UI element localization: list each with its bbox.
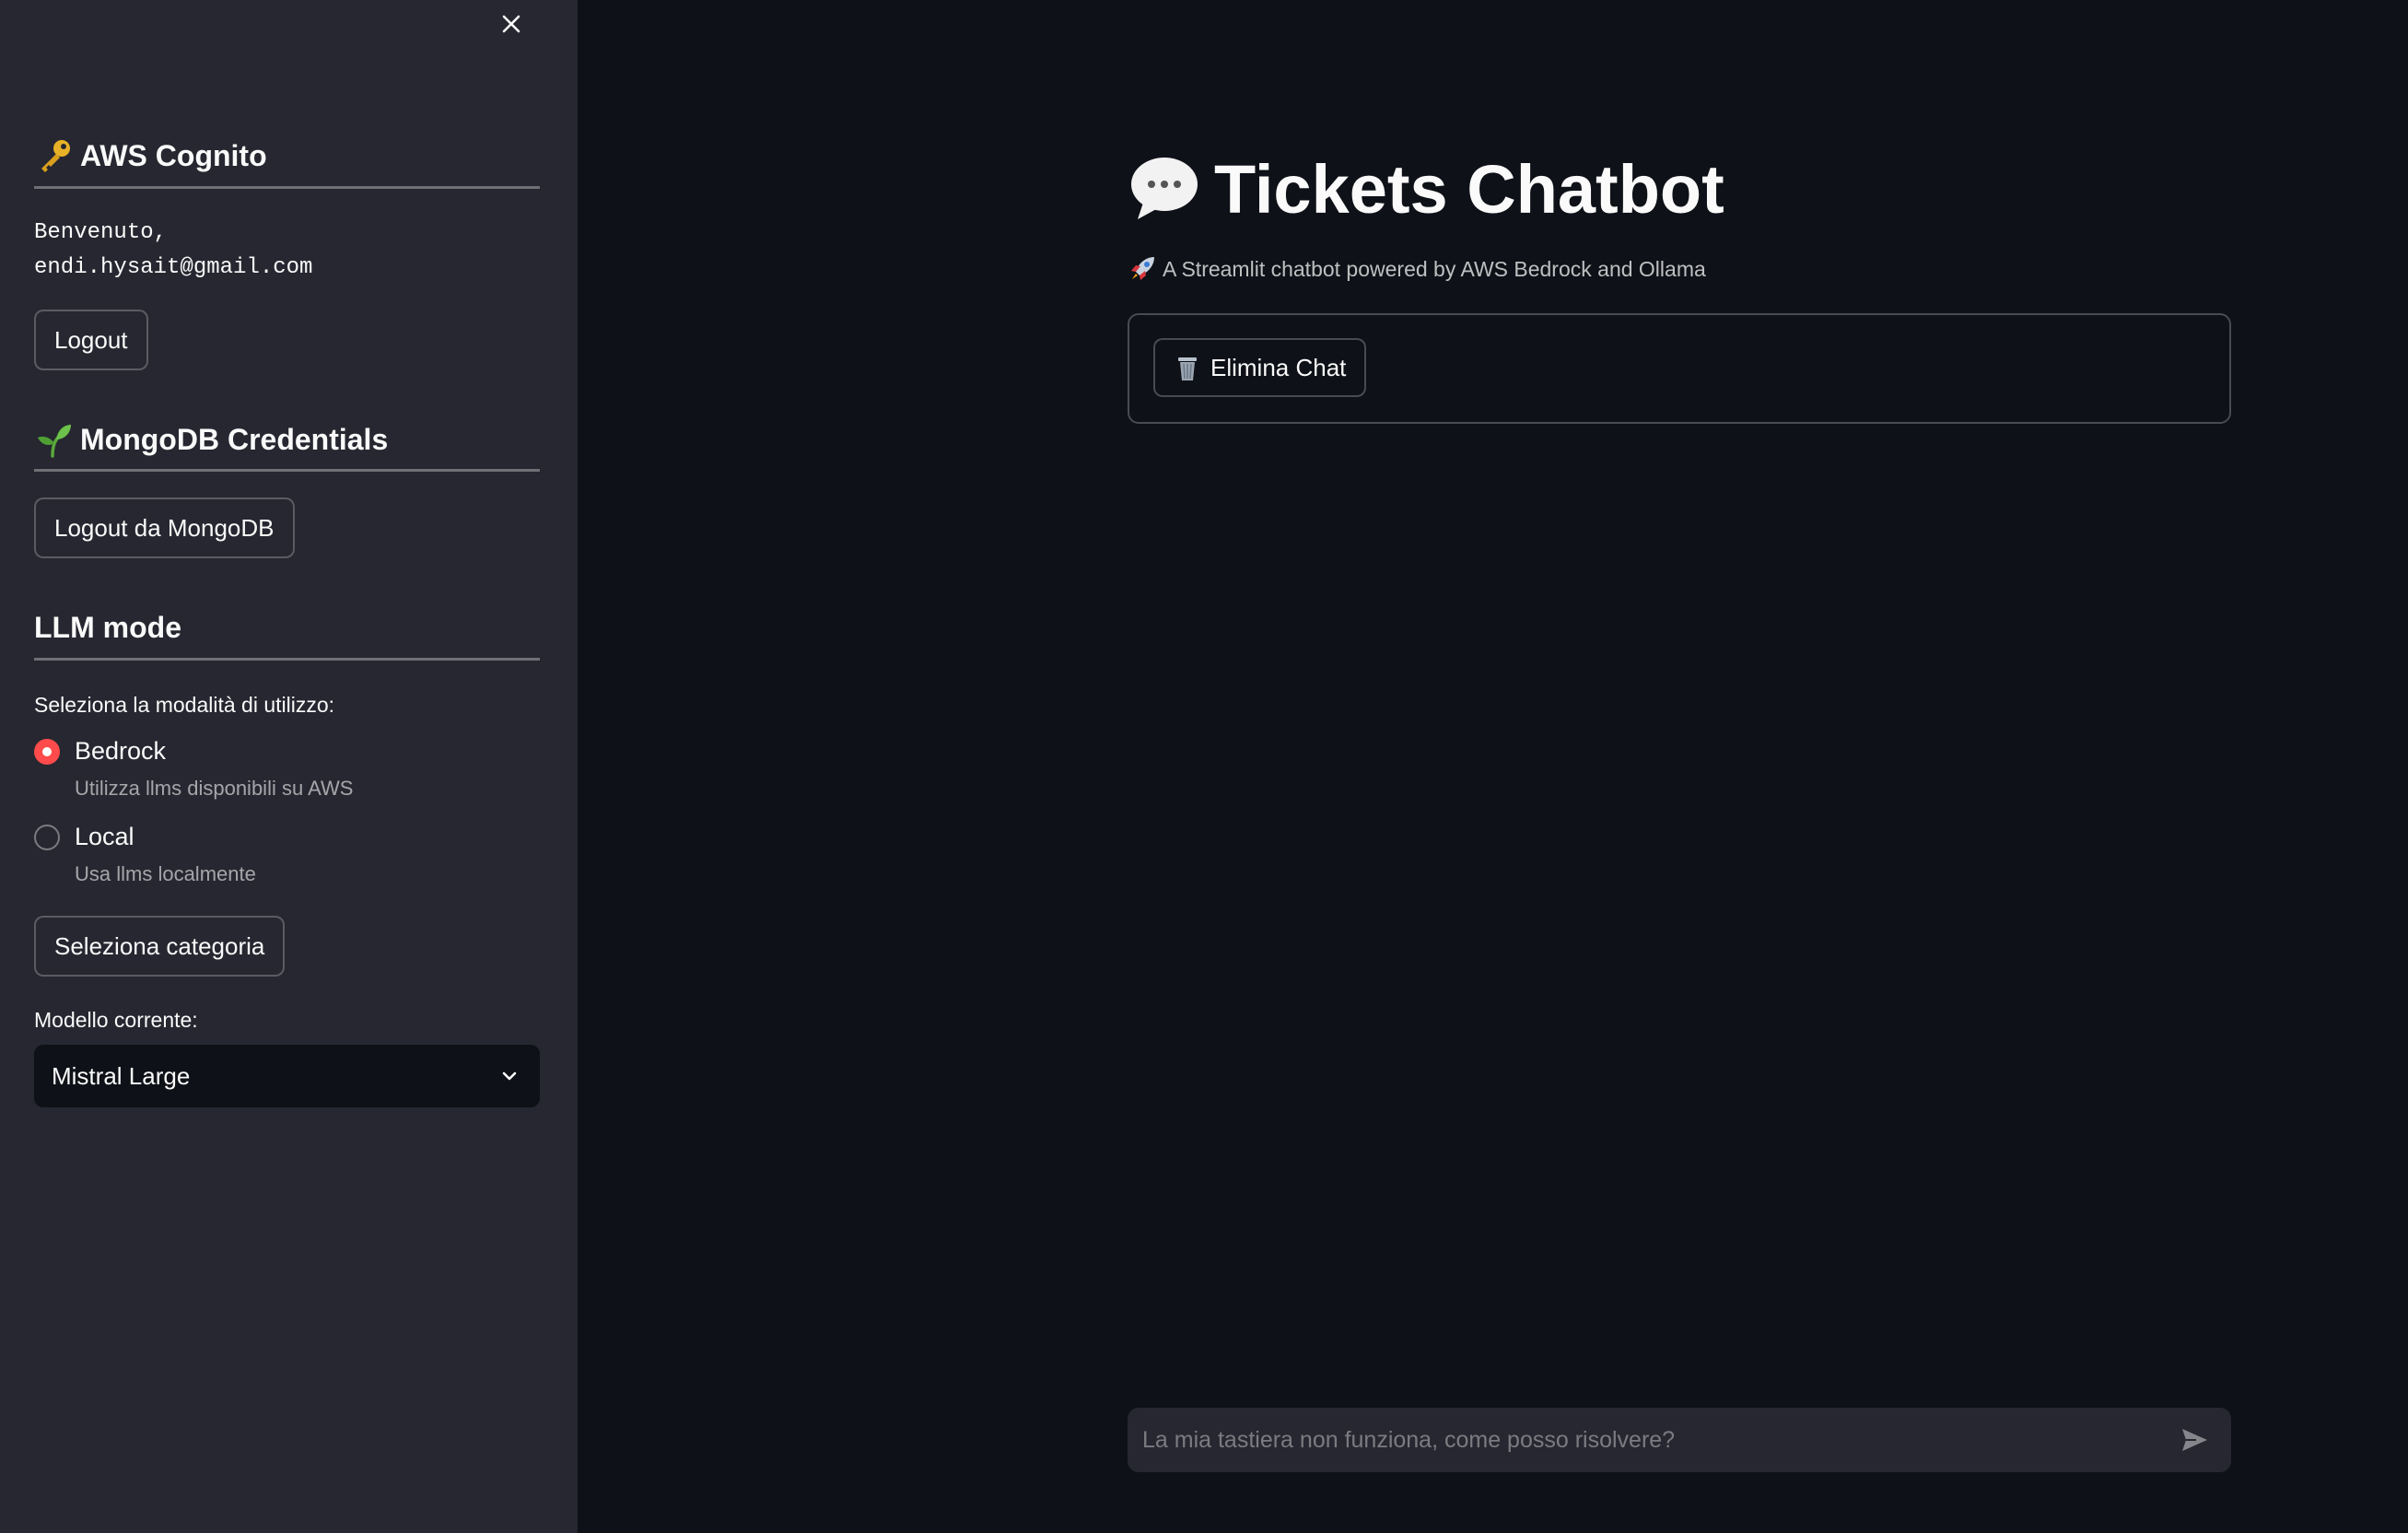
- sidebar: AWS Cognito Benvenuto, endi.hysait@gmail…: [0, 0, 578, 1533]
- llm-mode-header: LLM mode: [34, 604, 540, 650]
- radio-option-help: Usa llms localmente: [75, 862, 256, 885]
- radio-checked-icon[interactable]: [34, 738, 60, 765]
- llm-section-divider: [34, 658, 540, 661]
- close-icon: [502, 15, 520, 33]
- chat-input-container: [1128, 1408, 2231, 1472]
- llm-mode-title: LLM mode: [34, 610, 181, 644]
- radio-option-bedrock[interactable]: Bedrock: [34, 737, 166, 766]
- sidebar-close-button[interactable]: [495, 7, 528, 41]
- radio-option-label: Bedrock: [75, 737, 167, 765]
- chevron-down-icon: [502, 1071, 517, 1081]
- page-subtitle-text: A Streamlit chatbot powered by AWS Bedro…: [1163, 256, 1706, 281]
- speech-bubble-icon: [1128, 152, 1201, 226]
- select-category-button[interactable]: Seleziona categoria: [34, 916, 286, 977]
- page-title: Tickets Chatbot: [1128, 143, 1724, 235]
- wastebasket-icon: [1172, 352, 1203, 383]
- clear-chat-button[interactable]: Elimina Chat: [1153, 338, 1367, 397]
- key-icon: [34, 135, 75, 176]
- radio-option-help: Utilizza llms disponibili su AWS: [75, 777, 354, 800]
- logout-mongodb-button[interactable]: Logout da MongoDB: [34, 497, 295, 558]
- model-select[interactable]: Mistral Large: [34, 1045, 540, 1107]
- radio-option-label: Local: [75, 823, 134, 850]
- chat-input[interactable]: [1142, 1408, 2176, 1472]
- mongodb-title: MongoDB Credentials: [80, 422, 389, 456]
- welcome-email: endi.hysait@gmail.com: [34, 255, 313, 280]
- send-button[interactable]: [2176, 1422, 2213, 1458]
- rocket-icon: [1128, 254, 1157, 284]
- welcome-text-line1: Benvenuto,: [34, 220, 168, 245]
- page-title-text: Tickets Chatbot: [1214, 150, 1724, 228]
- mongodb-header: MongoDB Credentials: [34, 416, 540, 462]
- logout-button[interactable]: Logout: [34, 310, 148, 370]
- aws-section-divider: [34, 186, 540, 189]
- radio-unchecked-icon[interactable]: [34, 824, 60, 850]
- clear-chat-label: Elimina Chat: [1210, 353, 1347, 381]
- mode-radio-label: Seleziona la modalità di utilizzo:: [34, 693, 335, 717]
- send-icon: [2182, 1429, 2207, 1451]
- model-label: Modello corrente:: [34, 1008, 198, 1032]
- aws-cognito-title: AWS Cognito: [80, 138, 267, 172]
- model-select-value: Mistral Large: [52, 1061, 191, 1090]
- radio-option-local[interactable]: Local: [34, 823, 134, 851]
- seedling-icon: [34, 419, 75, 460]
- aws-cognito-header: AWS Cognito: [34, 133, 540, 179]
- app-root: AWS Cognito Benvenuto, endi.hysait@gmail…: [0, 0, 2408, 1533]
- page-subtitle: A Streamlit chatbot powered by AWS Bedro…: [1128, 254, 1706, 284]
- mongodb-section-divider: [34, 469, 540, 472]
